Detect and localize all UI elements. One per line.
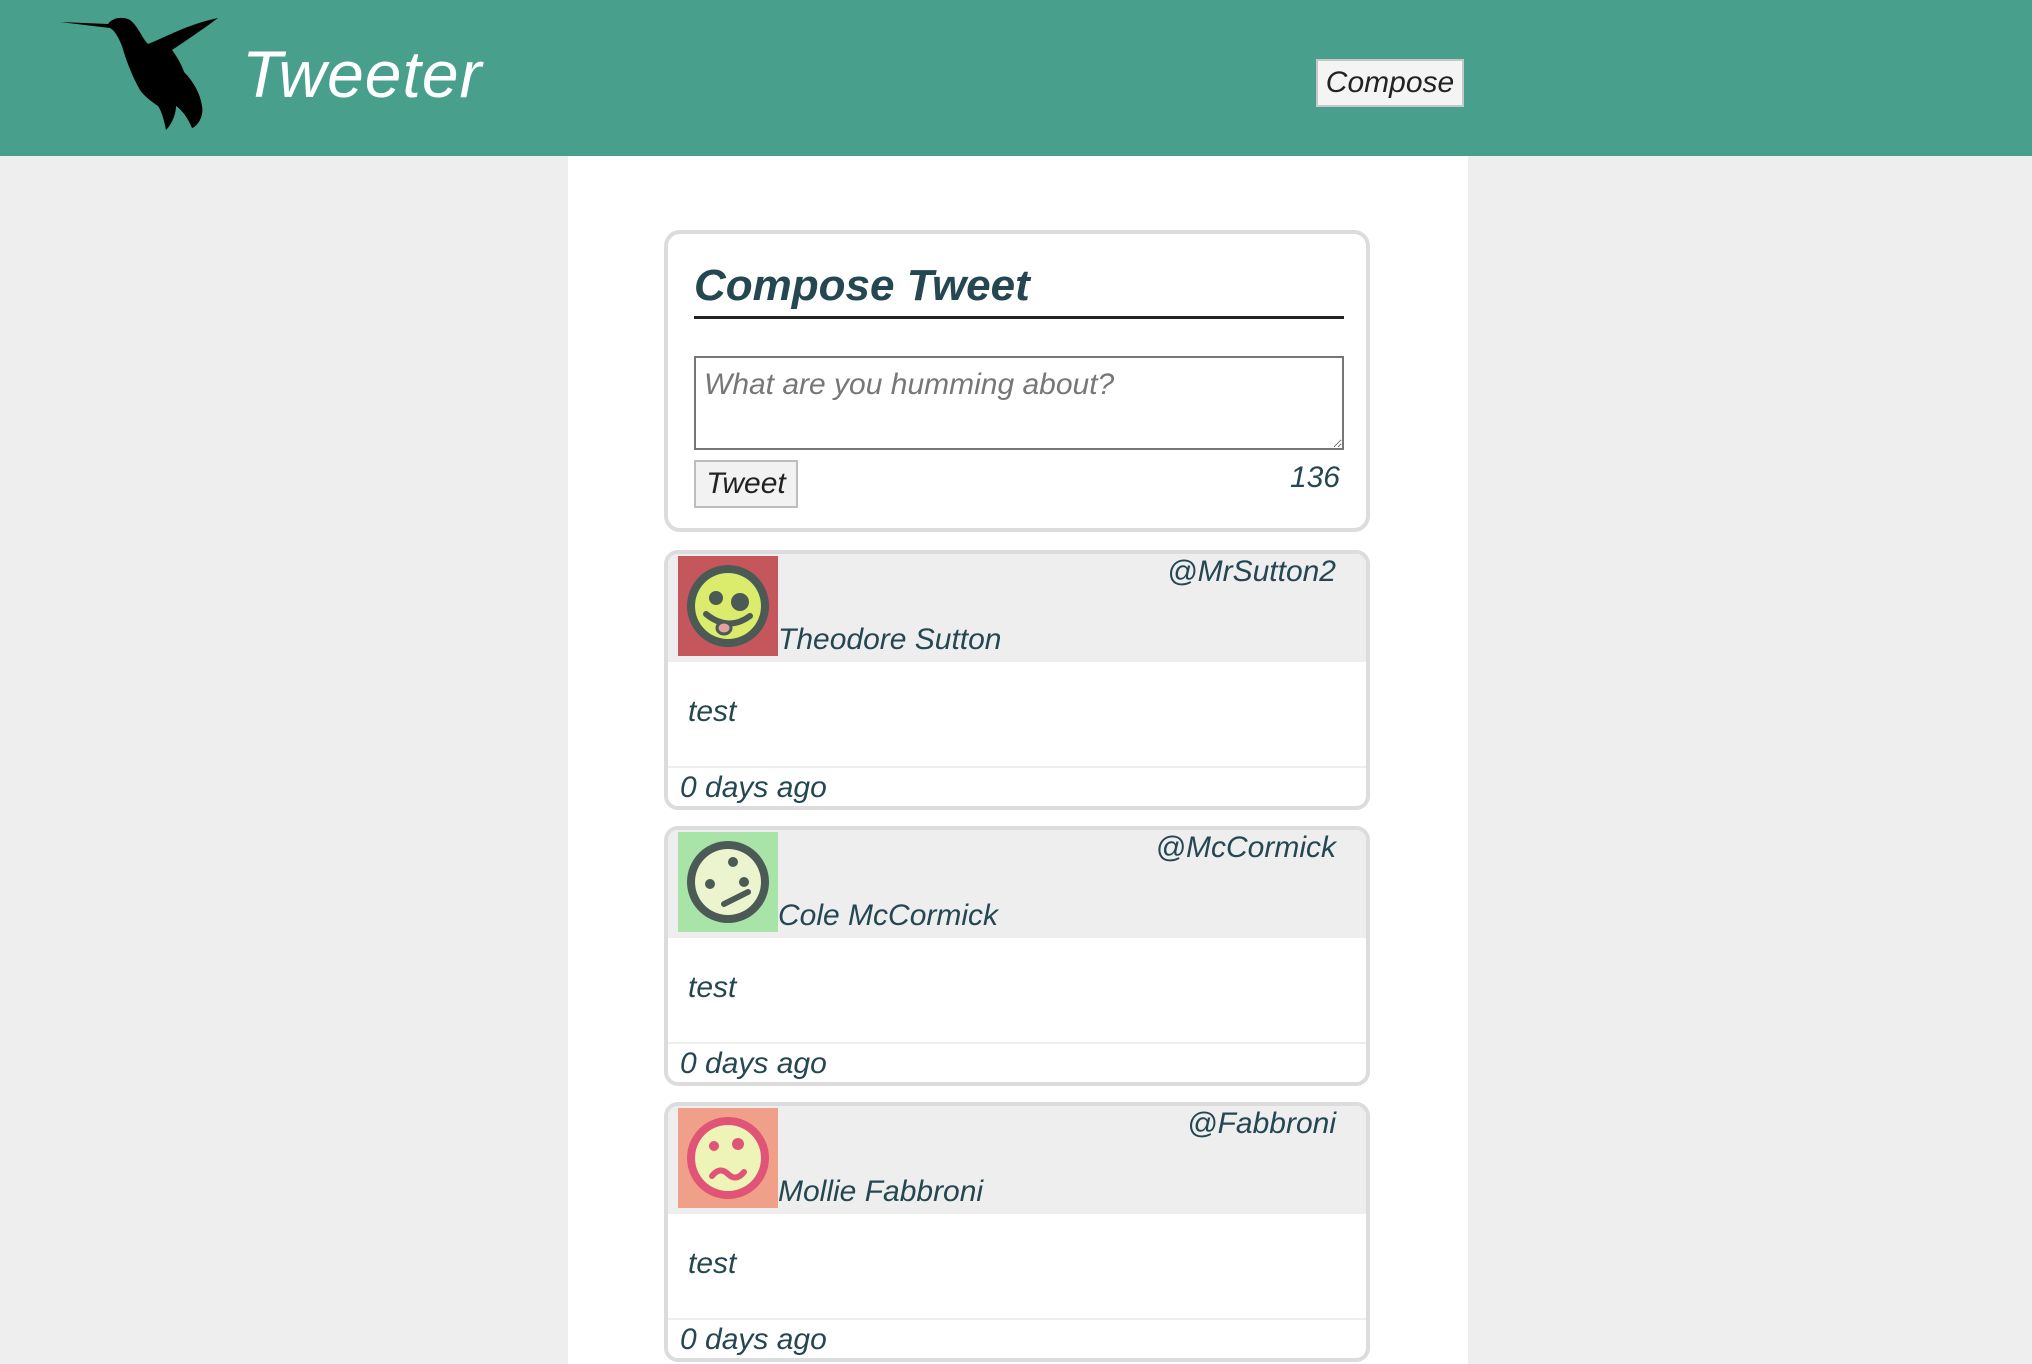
tweet-card: Mollie Fabbroni @Fabbroni test 0 days ag…: [664, 1102, 1370, 1362]
tweet-timestamp: 0 days ago: [680, 771, 827, 804]
brand-title: Tweeter: [242, 37, 483, 111]
compose-toggle-button[interactable]: Compose: [1316, 59, 1464, 107]
hummingbird-icon: [60, 17, 218, 130]
tweet-card: Theodore Sutton @MrSutton2 test 0 days a…: [664, 550, 1370, 810]
author-name: Theodore Sutton: [778, 623, 1002, 656]
tweet-timestamp: 0 days ago: [680, 1323, 827, 1356]
tweet-text: test: [688, 695, 737, 728]
tweet-footer: 0 days ago: [668, 1318, 1366, 1358]
tweet-submit-button[interactable]: Tweet: [694, 460, 798, 508]
tweet-header: Mollie Fabbroni @Fabbroni: [668, 1106, 1366, 1214]
author-handle: @Fabbroni: [1187, 1107, 1336, 1140]
tweet-footer: 0 days ago: [668, 1042, 1366, 1082]
tweet-card: Cole McCormick @McCormick test 0 days ag…: [664, 826, 1370, 1086]
tweet-header: Theodore Sutton @MrSutton2: [668, 554, 1366, 662]
main-container: Compose Tweet Tweet 136 Theodore Sutton …: [568, 156, 1468, 1364]
tweet-text: test: [688, 971, 737, 1004]
character-counter: 136: [1289, 461, 1340, 494]
tweet-text: test: [688, 1247, 737, 1280]
top-nav-bar: Tweeter Compose: [0, 0, 2032, 156]
wavy-smiley-avatar-icon: [678, 1108, 778, 1208]
author-handle: @McCormick: [1155, 831, 1336, 864]
compose-tweet-form: Compose Tweet Tweet 136: [664, 230, 1370, 532]
smirk-smiley-avatar-icon: [678, 832, 778, 932]
author-name: Mollie Fabbroni: [778, 1175, 984, 1208]
tweet-timestamp: 0 days ago: [680, 1047, 827, 1080]
tweet-footer: 0 days ago: [668, 766, 1366, 806]
compose-title: Compose Tweet: [694, 260, 1344, 319]
tweet-text-input[interactable]: [694, 356, 1344, 450]
tweet-header: Cole McCormick @McCormick: [668, 830, 1366, 938]
author-handle: @MrSutton2: [1167, 555, 1336, 588]
author-name: Cole McCormick: [778, 899, 999, 932]
tongue-smiley-avatar-icon: [678, 556, 778, 656]
